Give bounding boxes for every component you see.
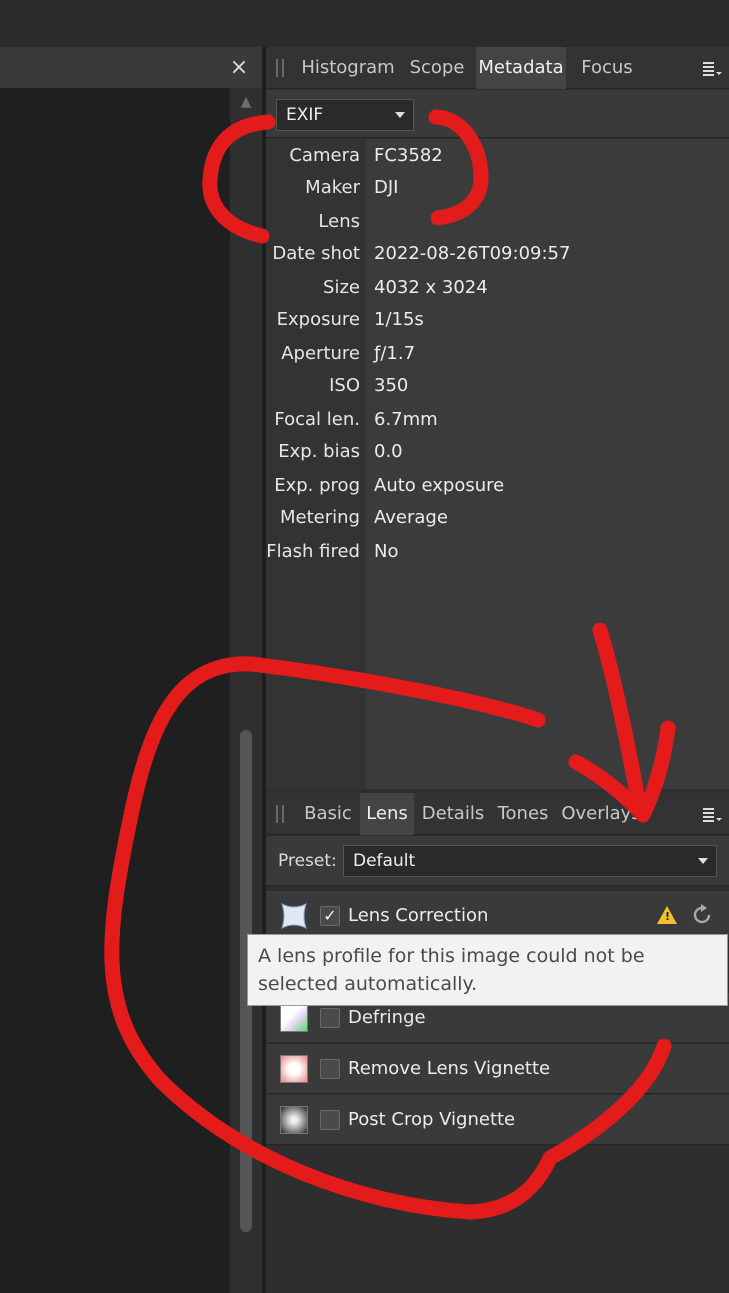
metadata-row-date-shot: Date shot 2022-08-26T09:09:57 — [266, 238, 729, 270]
tab-basic[interactable]: Basic — [298, 793, 358, 835]
panel-menu-icon[interactable] — [701, 57, 723, 79]
tab-overlays[interactable]: Overlays — [560, 793, 642, 835]
metadata-key: Camera — [289, 145, 360, 166]
metadata-row-lens: Lens — [266, 206, 729, 238]
preset-dropdown[interactable]: Default — [343, 845, 717, 877]
metadata-value: 6.7mm — [374, 409, 438, 430]
lens-profile-tooltip: A lens profile for this image could not … — [247, 934, 728, 1006]
panel-grip-icon[interactable] — [276, 59, 286, 77]
post-crop-vignette-icon — [280, 1106, 308, 1134]
remove-lens-vignette-row[interactable]: Remove Lens Vignette — [266, 1044, 729, 1094]
metadata-key: Focal len. — [274, 409, 360, 430]
metadata-key: Maker — [305, 177, 360, 198]
preset-value: Default — [353, 851, 416, 871]
metadata-key: Date shot — [272, 243, 360, 264]
remove-lens-vignette-label: Remove Lens Vignette — [348, 1058, 551, 1079]
panel-grip-icon[interactable] — [276, 805, 286, 823]
tab-histogram[interactable]: Histogram — [298, 47, 398, 89]
metadata-toolbar: EXIF — [266, 90, 729, 138]
metadata-key: Lens — [318, 211, 360, 232]
metadata-key: Size — [323, 277, 360, 298]
metadata-row-focal-length: Focal len. 6.7mm — [266, 404, 729, 436]
tab-metadata[interactable]: Metadata — [476, 47, 566, 89]
metadata-row-size: Size 4032 x 3024 — [266, 272, 729, 304]
metadata-key: Flash fired — [266, 541, 360, 562]
metadata-key: Aperture — [281, 343, 360, 364]
tab-lens[interactable]: Lens — [360, 793, 414, 835]
tab-details[interactable]: Details — [418, 793, 488, 835]
preset-bar: Preset: Default — [266, 836, 729, 886]
metadata-value: FC3582 — [374, 145, 443, 166]
develop-tab-bar: Basic Lens Details Tones Overlays — [266, 793, 729, 835]
tab-focus[interactable]: Focus — [576, 47, 638, 89]
chevron-down-icon — [395, 112, 405, 118]
metadata-key: Exp. bias — [278, 441, 360, 462]
metadata-value: No — [374, 541, 399, 562]
metadata-row-exp-bias: Exp. bias 0.0 — [266, 436, 729, 468]
metadata-row-aperture: Aperture ƒ/1.7 — [266, 338, 729, 370]
metadata-value: ƒ/1.7 — [374, 343, 416, 364]
tab-scope[interactable]: Scope — [406, 47, 468, 89]
metadata-row-exp-prog: Exp. prog Auto exposure — [266, 470, 729, 502]
metadata-row-camera: Camera FC3582 — [266, 140, 729, 172]
metadata-value: 0.0 — [374, 441, 403, 462]
lens-correction-checkbox[interactable]: ✓ — [320, 906, 340, 926]
metadata-value: 2022-08-26T09:09:57 — [374, 243, 571, 264]
lens-correction-icon — [281, 903, 307, 929]
metadata-value: Average — [374, 507, 448, 528]
reset-icon[interactable] — [690, 903, 714, 927]
metadata-key: Metering — [280, 507, 360, 528]
defringe-checkbox[interactable] — [320, 1008, 340, 1028]
close-icon[interactable]: × — [226, 54, 252, 82]
remove-vignette-icon — [280, 1055, 308, 1083]
metadata-row-maker: Maker DJI — [266, 172, 729, 204]
warning-icon[interactable]: ! — [657, 906, 677, 924]
defringe-icon — [280, 1004, 308, 1032]
metadata-value: Auto exposure — [374, 475, 505, 496]
remove-lens-vignette-checkbox[interactable] — [320, 1059, 340, 1079]
preset-label: Preset: — [278, 851, 337, 871]
post-crop-vignette-checkbox[interactable] — [320, 1110, 340, 1130]
metadata-type-dropdown[interactable]: EXIF — [276, 99, 414, 131]
metadata-row-flash-fired: Flash fired No — [266, 536, 729, 568]
metadata-tab-bar: Histogram Scope Metadata Focus — [266, 47, 729, 89]
chevron-down-icon — [698, 858, 708, 864]
panel-menu-icon[interactable] — [701, 803, 723, 825]
post-crop-vignette-label: Post Crop Vignette — [348, 1109, 516, 1130]
metadata-key: Exp. prog — [274, 475, 360, 496]
metadata-value: 4032 x 3024 — [374, 277, 488, 298]
tab-tones[interactable]: Tones — [492, 793, 554, 835]
top-strip — [0, 0, 729, 47]
scroll-up-arrow-icon[interactable]: ▲ — [238, 94, 254, 110]
canvas-area — [0, 88, 230, 1293]
metadata-key: ISO — [329, 375, 360, 396]
metadata-row-iso: ISO 350 — [266, 370, 729, 402]
metadata-value: 350 — [374, 375, 409, 396]
metadata-value: DJI — [374, 177, 399, 198]
metadata-value: 1/15s — [374, 309, 424, 330]
post-crop-vignette-row[interactable]: Post Crop Vignette — [266, 1095, 729, 1145]
metadata-row-exposure: Exposure 1/15s — [266, 304, 729, 336]
metadata-row-metering: Metering Average — [266, 502, 729, 534]
metadata-key: Exposure — [276, 309, 360, 330]
document-tab-bar — [0, 47, 262, 88]
metadata-type-value: EXIF — [286, 105, 324, 125]
